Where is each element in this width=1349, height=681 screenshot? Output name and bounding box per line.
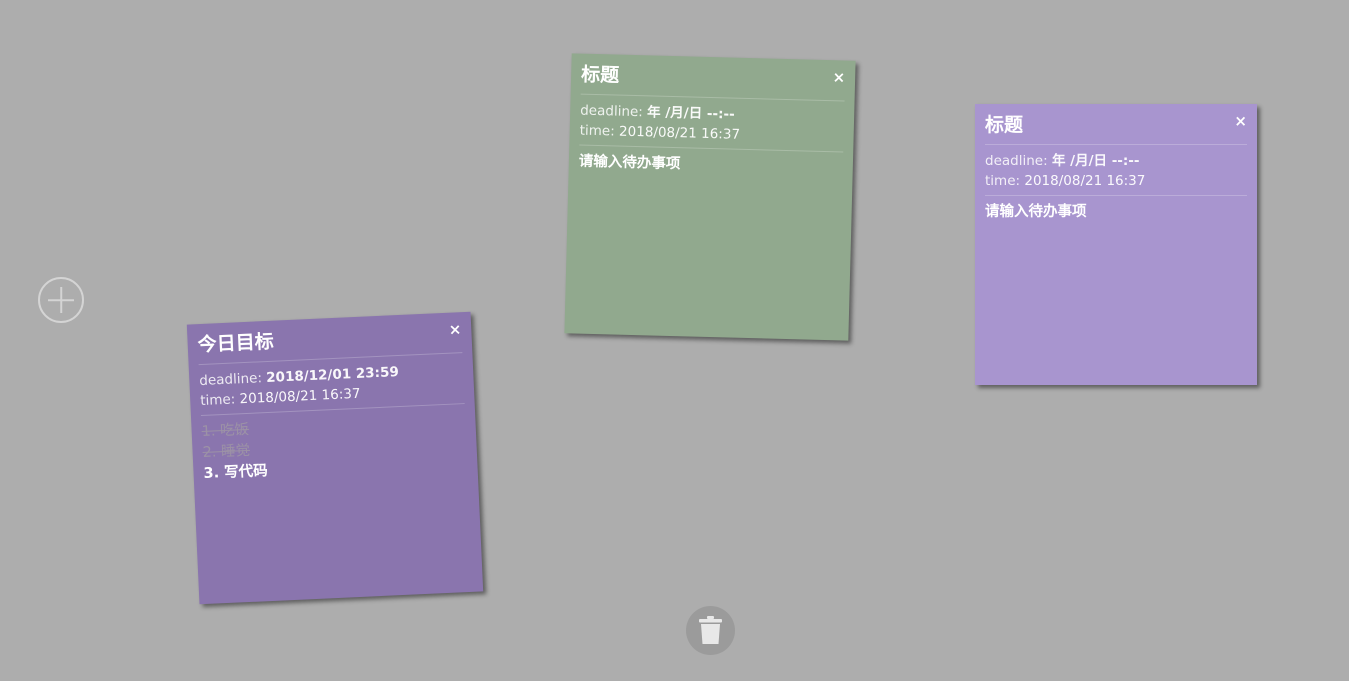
note-meta: deadline: 年 /月/日 --:-- time: 2018/08/21 … [579, 94, 845, 153]
time-value: 2018/08/21 16:37 [239, 385, 361, 408]
time-value: 2018/08/21 16:37 [618, 123, 741, 143]
close-note-button[interactable]: × [1234, 114, 1247, 129]
close-note-button[interactable]: × [832, 68, 845, 86]
trash-button[interactable] [686, 606, 735, 655]
time-label: time: [579, 122, 615, 140]
deadline-label: deadline: [985, 153, 1048, 169]
sticky-note-light-purple[interactable]: 标题 × deadline: 年 /月/日 --:-- time: 2018/0… [975, 104, 1257, 385]
time-label: time: [985, 173, 1021, 189]
deadline-input[interactable]: 2018/12/01 23:59 [266, 364, 399, 386]
note-title[interactable]: 标题 [581, 62, 846, 95]
deadline-input[interactable]: 年 /月/日 --:-- [1052, 153, 1140, 169]
note-content-input[interactable]: 请输入待办事项 [579, 146, 844, 180]
note-title[interactable]: 今日目标 [197, 320, 462, 358]
note-content-input[interactable]: 请输入待办事项 [985, 196, 1247, 223]
note-placeholder: 请输入待办事项 [578, 153, 681, 173]
deadline-input[interactable]: 年 /月/日 --:-- [647, 104, 735, 122]
sticky-note-green[interactable]: 标题 × deadline: 年 /月/日 --:-- time: 2018/0… [564, 53, 856, 341]
sticky-board: 标题 × deadline: 年 /月/日 --:-- time: 2018/0… [0, 0, 1349, 681]
note-meta: deadline: 年 /月/日 --:-- time: 2018/08/21 … [985, 145, 1247, 196]
add-note-button[interactable] [38, 277, 84, 323]
todo-list[interactable]: 1. 吃饭 2. 睡觉 3. 写代码 [201, 404, 468, 485]
note-title[interactable]: 标题 [985, 112, 1247, 138]
note-placeholder: 请输入待办事项 [985, 204, 1087, 220]
trash-icon [699, 616, 722, 644]
time-label: time: [199, 391, 236, 410]
sticky-note-dark-purple[interactable]: 今日目标 × deadline: 2018/12/01 23:59 time: … [186, 311, 484, 605]
close-note-button[interactable]: × [448, 320, 461, 339]
deadline-label: deadline: [580, 102, 644, 121]
time-row: time: 2018/08/21 16:37 [985, 171, 1247, 191]
time-value: 2018/08/21 16:37 [1024, 173, 1146, 189]
deadline-row[interactable]: deadline: 年 /月/日 --:-- [985, 151, 1247, 171]
note-header: 标题 × [580, 61, 846, 102]
note-header: 标题 × [985, 112, 1247, 145]
deadline-label: deadline: [199, 370, 263, 390]
